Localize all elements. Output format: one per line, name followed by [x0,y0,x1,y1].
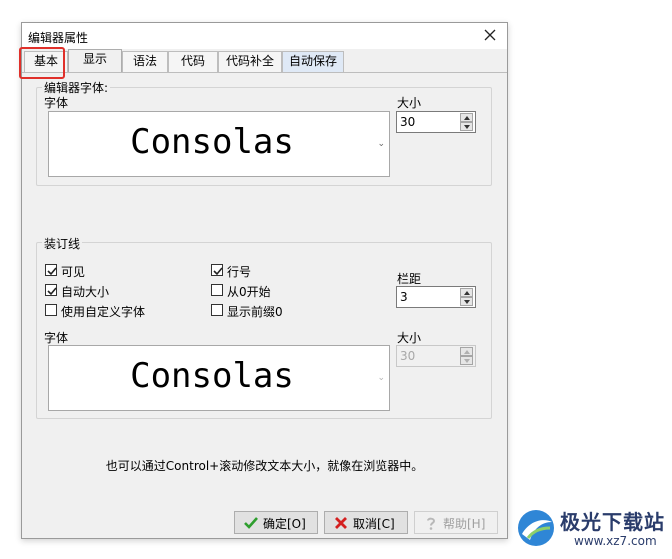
watermark: 极光下载站 www.xz7.com [512,502,670,558]
spin-down-icon[interactable] [460,122,473,131]
editor-properties-dialog: 编辑器属性 基本 显示 语法 代码 代码补全 自动保存 编辑器字体: 字体 Co… [21,22,508,539]
tab-strip: 基本 显示 语法 代码 代码补全 自动保存 [22,49,507,73]
watermark-name: 极光下载站 [560,510,665,534]
spin-up-icon[interactable] [460,288,473,297]
gutter-font-label: 字体 [44,331,69,345]
line-numbers-label: 行号 [227,265,252,279]
tab-autosave[interactable]: 自动保存 [282,51,344,72]
gutter-font-value: Consolas [130,356,294,396]
gutter-font-select[interactable]: Consolas ⌄ [48,345,390,411]
gutter-size-value: 30 [400,349,416,363]
editor-size-label: 大小 [397,96,422,110]
tab-code[interactable]: 代码 [168,51,218,72]
title-bar: 编辑器属性 [22,23,507,49]
editor-font-select[interactable]: Consolas ⌄ [48,111,390,177]
checkbox-unchecked-icon [211,284,223,296]
close-icon[interactable] [481,26,499,44]
help-button-label: 帮助[H] [443,517,486,531]
margin-spinner[interactable]: 3 [396,286,476,308]
ok-button-label: 确定[O] [263,517,306,531]
cancel-button[interactable]: 取消[C] [324,511,408,534]
hint-text: 也可以通过Control+滚动修改文本大小，就像在浏览器中。 [105,459,424,473]
start-zero-label: 从0开始 [227,285,271,299]
checkbox-unchecked-icon [211,304,223,316]
editor-font-group: 编辑器字体: 字体 Consolas ⌄ 大小 30 [36,79,492,186]
checkbox-checked-icon [211,264,223,276]
spin-up-icon[interactable] [460,347,473,356]
editor-size-spinner[interactable]: 30 [396,111,476,133]
tab-display[interactable]: 显示 [68,49,122,73]
custom-font-label: 使用自定义字体 [61,305,146,319]
tab-syntax[interactable]: 语法 [122,51,168,72]
editor-font-value: Consolas [130,122,294,162]
checkbox-checked-icon [45,284,57,296]
editor-size-value: 30 [400,115,416,129]
spin-down-icon[interactable] [460,356,473,365]
gutter-size-spinner[interactable]: 30 [396,345,476,367]
leading-zeros-label: 显示前缀0 [227,305,283,319]
x-icon [333,515,349,531]
margin-value: 3 [400,290,408,304]
tab-basic[interactable]: 基本 [24,51,68,72]
dialog-title: 编辑器属性 [28,31,89,45]
tab-code-completion[interactable]: 代码补全 [218,51,282,72]
watermark-logo-icon [514,506,558,550]
spin-up-icon[interactable] [460,113,473,122]
chevron-down-icon: ⌄ [377,139,385,149]
gutter-group-label: 装订线 [42,235,83,252]
gutter-size-label: 大小 [397,331,422,345]
watermark-url: www.xz7.com [574,534,657,548]
checkbox-unchecked-icon [45,304,57,316]
ok-button[interactable]: 确定[O] [234,511,318,534]
checkbox-checked-icon [45,264,57,276]
gutter-group: 装订线 可见 行号 自动大小 从0开始 使用自定义字体 显示前缀0 栏距 3 字… [36,235,492,419]
margin-label: 栏距 [397,272,422,286]
help-button[interactable]: 帮助[H] [414,511,498,534]
help-icon [423,515,439,531]
check-icon [243,515,259,531]
tab-panel-border [22,72,507,73]
spin-down-icon[interactable] [460,297,473,306]
chevron-down-icon: ⌄ [377,373,385,383]
cancel-button-label: 取消[C] [353,517,395,531]
editor-font-label: 字体 [44,96,69,110]
auto-size-label: 自动大小 [61,285,110,299]
visible-label: 可见 [61,265,86,279]
